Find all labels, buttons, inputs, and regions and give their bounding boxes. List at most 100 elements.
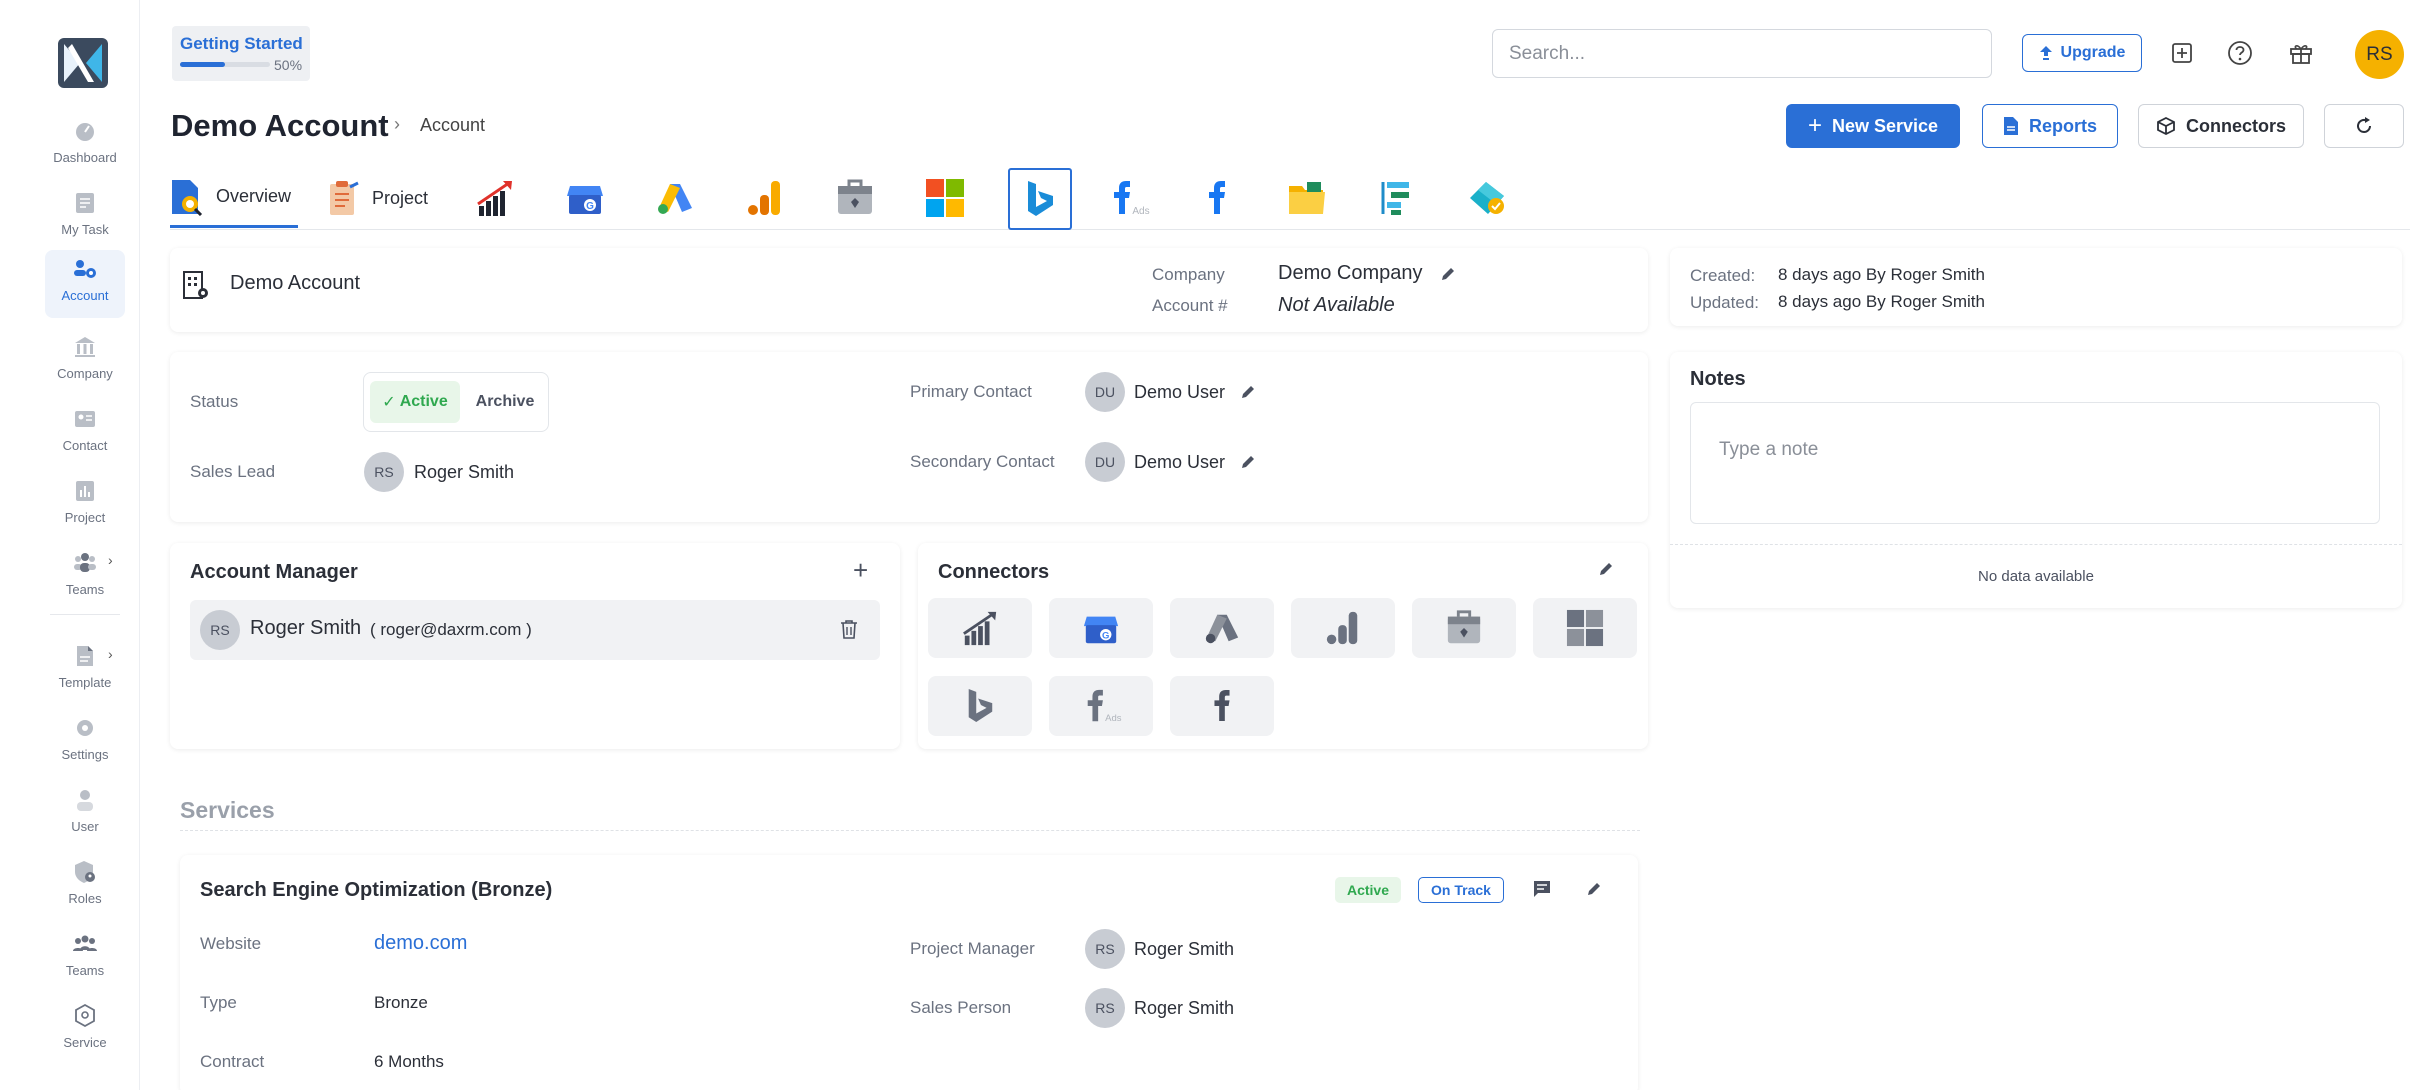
breadcrumb[interactable]: Account: [420, 115, 485, 136]
status-active-button[interactable]: ✓ Active: [370, 381, 460, 423]
getting-started-progress[interactable]: Getting Started 50%: [172, 26, 310, 81]
primary-contact-name[interactable]: Demo User: [1134, 382, 1225, 403]
edit-connectors-icon[interactable]: [1598, 561, 1614, 577]
sidebar-item-project[interactable]: Project: [45, 472, 125, 536]
edit-secondary-contact-icon[interactable]: [1240, 454, 1256, 470]
tab-bing[interactable]: [1008, 168, 1072, 230]
company-value[interactable]: Demo Company: [1278, 262, 1423, 285]
new-service-button[interactable]: + New Service: [1786, 104, 1960, 148]
sidebar-item-teams[interactable]: Teams: [45, 544, 125, 608]
search-console-icon: [838, 179, 872, 214]
connector-growth[interactable]: [928, 598, 1032, 658]
sales-person-name[interactable]: Roger Smith: [1134, 998, 1234, 1019]
getting-started-label: Getting Started: [180, 34, 303, 53]
notes-title: Notes: [1690, 368, 1746, 390]
connector-facebook[interactable]: [1170, 676, 1274, 736]
connector-microsoft[interactable]: [1533, 598, 1637, 658]
sidebar-item-my-task[interactable]: My Task: [45, 184, 125, 248]
teams-icon: [74, 553, 96, 572]
sidebar-item-settings[interactable]: Settings: [45, 709, 125, 773]
website-link[interactable]: demo.com: [374, 932, 467, 955]
sidebar-item-roles[interactable]: Roles: [45, 853, 125, 917]
status-toggle: ✓ Active Archive: [363, 372, 549, 432]
refresh-button[interactable]: [2324, 104, 2404, 148]
tab-google-analytics[interactable]: [740, 168, 790, 228]
connectors-button[interactable]: Connectors: [2138, 104, 2304, 148]
user-avatar[interactable]: RS: [2355, 30, 2404, 79]
help-icon[interactable]: [2225, 38, 2255, 68]
sidebar-item-contact[interactable]: Contact: [45, 400, 125, 464]
sales-lead-name[interactable]: Roger Smith: [414, 462, 514, 483]
sidebar-item-label: Project: [64, 510, 106, 525]
tab-data-studio[interactable]: [1462, 168, 1512, 228]
progress-fill: [180, 62, 225, 67]
sidebar-item-service[interactable]: Service: [45, 997, 125, 1061]
teams-expand-icon[interactable]: ›: [108, 552, 113, 568]
app-logo[interactable]: [58, 38, 108, 88]
service-card: Search Engine Optimization (Bronze) Acti…: [180, 855, 1638, 1090]
sidebar-item-teams-2[interactable]: Teams: [45, 925, 125, 989]
tab-microsoft[interactable]: [920, 168, 970, 228]
google-business-icon: G: [1083, 616, 1119, 644]
settings-icon: [77, 720, 93, 736]
connector-google-business[interactable]: G: [1049, 598, 1153, 658]
created-value: 8 days ago By Roger Smith: [1778, 265, 1985, 284]
tab-facebook-ads[interactable]: Ads: [1100, 168, 1156, 228]
sidebar-item-user[interactable]: User: [45, 781, 125, 845]
search-input[interactable]: [1492, 29, 1992, 78]
note-input[interactable]: [1690, 402, 2380, 524]
edit-primary-contact-icon[interactable]: [1240, 384, 1256, 400]
notes-divider: [1670, 544, 2402, 545]
sidebar-item-label: Account: [61, 288, 109, 303]
tab-facebook[interactable]: [1192, 168, 1242, 228]
sidebar-item-company[interactable]: Company: [45, 328, 125, 392]
tab-growth[interactable]: [470, 168, 520, 228]
sidebar-item-label: Settings: [61, 747, 109, 762]
template-expand-icon[interactable]: ›: [108, 646, 113, 662]
reports-button[interactable]: Reports: [1982, 104, 2118, 148]
tab-google-ads[interactable]: [650, 168, 700, 228]
tab-project[interactable]: Project: [328, 168, 438, 228]
tab-task-list[interactable]: [1372, 168, 1422, 228]
overview-icon: [172, 179, 203, 216]
gift-icon[interactable]: [2286, 38, 2316, 68]
secondary-contact-name[interactable]: Demo User: [1134, 452, 1225, 473]
sidebar-item-account[interactable]: Account: [45, 250, 125, 318]
manager-name: Roger Smith: [250, 617, 362, 639]
status-active-label: Active: [399, 393, 448, 410]
upgrade-icon: [2039, 46, 2052, 60]
sidebar-item-label: Contact: [62, 438, 108, 453]
dashboard-icon: [76, 123, 94, 141]
google-ads-icon: [658, 184, 692, 214]
comment-icon[interactable]: [1532, 879, 1552, 899]
connector-search-console[interactable]: [1412, 598, 1516, 658]
edit-service-icon[interactable]: [1586, 881, 1602, 897]
connectors-card: Connectors G Ads: [918, 543, 1648, 749]
contact-icon: [75, 411, 95, 427]
account-summary-card: Demo Account Company Demo Company Accoun…: [170, 248, 1648, 332]
connector-google-analytics[interactable]: [1291, 598, 1395, 658]
tab-google-business[interactable]: G: [560, 168, 610, 228]
project-manager-name[interactable]: Roger Smith: [1134, 939, 1234, 960]
upgrade-label: Upgrade: [2060, 44, 2126, 61]
add-icon[interactable]: [2167, 38, 2197, 68]
svg-text:G: G: [1102, 630, 1109, 641]
cube-icon: [2157, 116, 2175, 136]
delete-icon[interactable]: [840, 619, 858, 639]
tab-folder[interactable]: [1282, 168, 1332, 228]
services-divider: [180, 830, 1640, 831]
tab-overview[interactable]: Overview: [170, 168, 298, 228]
secondary-contact-avatar: DU: [1085, 442, 1125, 482]
service-name[interactable]: Search Engine Optimization (Bronze): [200, 879, 552, 902]
tab-search-console[interactable]: [830, 168, 880, 228]
status-archive-button[interactable]: Archive: [470, 381, 540, 423]
connector-facebook-ads[interactable]: Ads: [1049, 676, 1153, 736]
sidebar-item-dashboard[interactable]: Dashboard: [45, 112, 125, 176]
connector-google-ads[interactable]: [1170, 598, 1274, 658]
add-manager-icon[interactable]: +: [853, 555, 868, 586]
upgrade-button[interactable]: Upgrade: [2022, 34, 2142, 72]
service-status-badge: Active: [1335, 877, 1401, 903]
edit-company-icon[interactable]: [1440, 266, 1456, 282]
sidebar-item-template[interactable]: Template: [45, 637, 125, 701]
connector-bing[interactable]: [928, 676, 1032, 736]
